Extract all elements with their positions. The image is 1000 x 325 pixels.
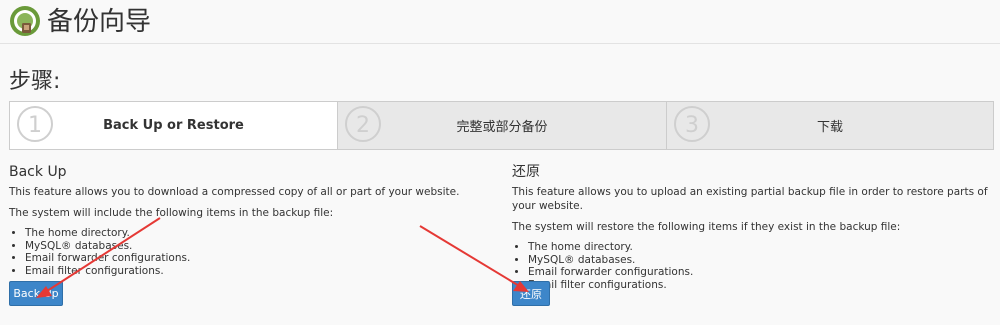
- list-item: Email forwarder configurations.: [25, 252, 489, 265]
- list-item: The home directory.: [528, 241, 992, 254]
- step-number-2: 2: [356, 113, 370, 138]
- step-number-1-icon: 1: [17, 106, 53, 142]
- restore-item-list: The home directory. MySQL® databases. Em…: [512, 241, 992, 291]
- list-item: Email filter configurations.: [25, 265, 489, 278]
- step-tab-2[interactable]: 2 完整或部分备份: [338, 101, 667, 150]
- step-tab-1[interactable]: 1 Back Up or Restore: [9, 101, 338, 150]
- step-label-2: 完整或部分备份: [456, 120, 548, 135]
- step-label-1: Back Up or Restore: [103, 118, 244, 133]
- restore-section: 还原 This feature allows you to upload an …: [512, 163, 992, 291]
- backup-wizard-icon: [10, 6, 40, 36]
- list-item: MySQL® databases.: [528, 254, 992, 267]
- step-number-3-icon: 3: [674, 106, 710, 142]
- step-tabs: 1 Back Up or Restore 2 完整或部分备份 3 下载: [9, 101, 994, 150]
- list-item: Email filter configurations.: [528, 279, 992, 292]
- list-item: Email forwarder configurations.: [528, 266, 992, 279]
- list-item: The home directory.: [25, 227, 489, 240]
- restore-title: 还原: [512, 164, 540, 180]
- step-number-3: 3: [685, 113, 699, 138]
- list-item: MySQL® databases.: [25, 240, 489, 253]
- page-title: 备份向导: [47, 7, 152, 37]
- page-header: 备份向导: [0, 0, 1000, 44]
- backup-item-list: The home directory. MySQL® databases. Em…: [9, 227, 489, 277]
- backup-section: Back Up This feature allows you to downl…: [9, 163, 489, 277]
- backup-title: Back Up: [9, 164, 67, 180]
- backup-button[interactable]: Back Up: [9, 281, 63, 306]
- restore-description: This feature allows you to upload an exi…: [512, 186, 988, 212]
- step-number-1: 1: [28, 113, 42, 138]
- restore-include-text: The system will restore the following it…: [512, 221, 901, 233]
- step-number-2-icon: 2: [345, 106, 381, 142]
- backup-include-text: The system will include the following it…: [9, 207, 334, 219]
- backup-description: This feature allows you to download a co…: [9, 186, 460, 198]
- restore-button[interactable]: 还原: [512, 281, 550, 306]
- step-label-3: 下载: [816, 120, 843, 135]
- step-tab-3[interactable]: 3 下载: [667, 101, 994, 150]
- steps-heading: 步骤:: [9, 69, 61, 94]
